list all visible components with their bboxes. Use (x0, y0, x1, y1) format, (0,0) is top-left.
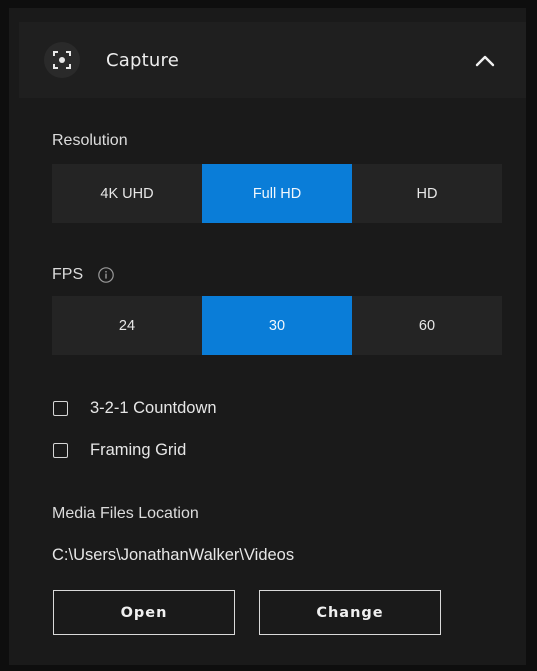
fps-label: FPS (52, 266, 84, 283)
fps-option-24[interactable]: 24 (52, 296, 202, 355)
framing-grid-checkbox-box[interactable] (53, 442, 68, 458)
resolution-label: Resolution (52, 132, 128, 149)
countdown-checkbox[interactable]: 3-2-1 Countdown (52, 396, 217, 420)
fps-option-60[interactable]: 60 (352, 296, 502, 355)
resolution-option-hd[interactable]: HD (352, 164, 502, 223)
countdown-checkbox-label: 3-2-1 Countdown (90, 398, 217, 417)
media-files-location-label: Media Files Location (52, 505, 199, 522)
capture-focus-icon (44, 42, 80, 78)
open-button[interactable]: Open (53, 590, 235, 635)
resolution-segmented-control: 4K UHD Full HD HD (52, 164, 502, 223)
chevron-up-icon (475, 55, 495, 67)
resolution-option-full-hd[interactable]: Full HD (202, 164, 352, 223)
app-window: Capture Resolution 4K UHD Full HD HD FPS… (0, 0, 537, 671)
countdown-checkbox-box[interactable] (53, 400, 68, 416)
framing-grid-checkbox[interactable]: Framing Grid (52, 438, 186, 462)
media-files-path: C:\Users\JonathanWalker\Videos (52, 546, 295, 564)
capture-panel-header[interactable]: Capture (19, 22, 526, 98)
panel-title: Capture (106, 50, 179, 71)
change-button[interactable]: Change (259, 590, 441, 635)
framing-grid-checkbox-label: Framing Grid (90, 440, 187, 459)
info-icon[interactable] (97, 266, 115, 284)
fps-segmented-control: 24 30 60 (52, 296, 502, 355)
resolution-option-4k-uhd[interactable]: 4K UHD (52, 164, 202, 223)
fps-option-30[interactable]: 30 (202, 296, 352, 355)
collapse-button[interactable] (471, 47, 499, 75)
